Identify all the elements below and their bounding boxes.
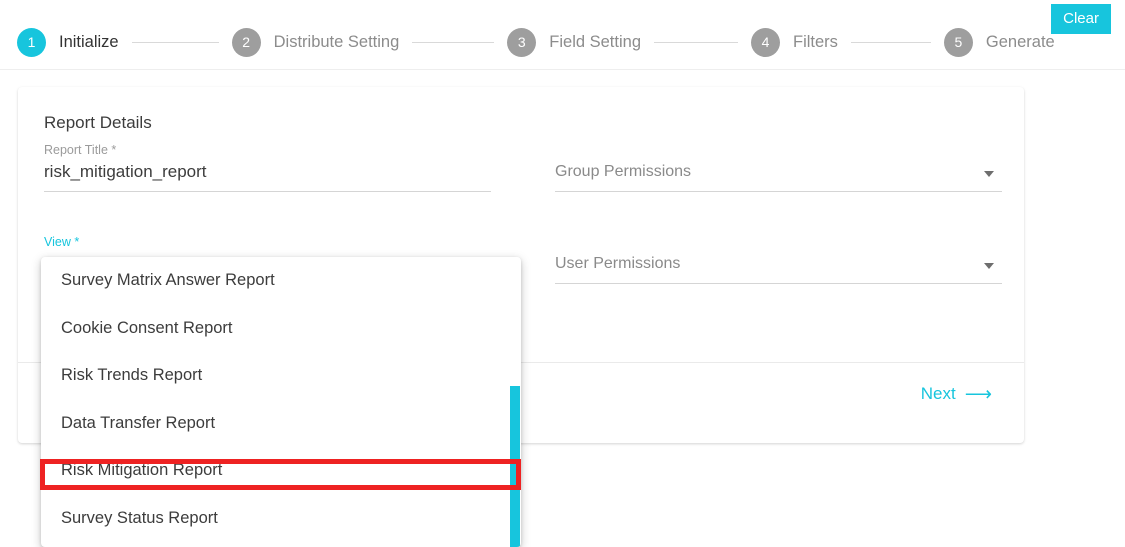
stepper-connector-3 bbox=[654, 41, 738, 43]
stepper-connector-4 bbox=[850, 41, 931, 43]
user-permissions-underline bbox=[555, 283, 1002, 284]
stepper-step-1[interactable]: 1 Initialize bbox=[17, 27, 119, 57]
dropdown-option-data-transfer-report[interactable]: Data Transfer Report bbox=[41, 400, 521, 448]
page-title: Report Details bbox=[44, 113, 152, 132]
stepper-connector-1 bbox=[131, 41, 219, 43]
clear-button[interactable]: Clear bbox=[1051, 4, 1111, 34]
dropdown-option-survey-matrix-answer-report[interactable]: Survey Matrix Answer Report bbox=[41, 257, 521, 305]
dropdown-option-risk-mitigation-report[interactable]: Risk Mitigation Report bbox=[41, 447, 521, 495]
report-title-underline bbox=[44, 191, 491, 192]
stepper-step-5[interactable]: 5 Generate bbox=[943, 27, 1055, 57]
view-dropdown-list: Survey Matrix Answer Report Cookie Conse… bbox=[41, 257, 521, 542]
stepper-bar: 1 Initialize 2 Distribute Setting 3 Fiel… bbox=[0, 0, 1125, 70]
chevron-down-icon[interactable] bbox=[984, 171, 994, 177]
stepper-step-1-number: 1 bbox=[17, 27, 46, 57]
arrow-right-icon: ⟶ bbox=[964, 383, 992, 405]
stepper: 1 Initialize 2 Distribute Setting 3 Fiel… bbox=[17, 27, 1055, 57]
stepper-step-3[interactable]: 3 Field Setting bbox=[507, 27, 641, 57]
user-permissions-field[interactable]: User Permissions bbox=[555, 235, 1002, 291]
stepper-step-3-label: Field Setting bbox=[549, 32, 641, 51]
group-permissions-underline bbox=[555, 191, 1002, 192]
dropdown-option-survey-status-report[interactable]: Survey Status Report bbox=[41, 495, 521, 543]
dropdown-option-risk-trends-report[interactable]: Risk Trends Report bbox=[41, 352, 521, 400]
stepper-connector-2 bbox=[412, 41, 495, 43]
view-select-label: View * bbox=[44, 235, 80, 249]
stepper-step-5-number: 5 bbox=[943, 27, 973, 57]
report-title-input[interactable]: risk_mitigation_report bbox=[44, 162, 207, 182]
stepper-step-4-number: 4 bbox=[751, 27, 780, 57]
view-dropdown-panel: Survey Matrix Answer Report Cookie Conse… bbox=[41, 257, 521, 547]
group-permissions-placeholder: Group Permissions bbox=[555, 163, 692, 180]
stepper-step-5-label: Generate bbox=[985, 32, 1055, 51]
stepper-step-4-label: Filters bbox=[793, 32, 838, 51]
dropdown-scrollbar[interactable] bbox=[510, 386, 520, 547]
stepper-step-2-number: 2 bbox=[231, 27, 261, 57]
next-button[interactable]: Next ⟶ bbox=[917, 378, 996, 410]
chevron-down-icon[interactable] bbox=[984, 263, 994, 269]
report-title-label: Report Title * bbox=[44, 143, 117, 157]
stepper-step-1-label: Initialize bbox=[59, 32, 119, 51]
stepper-step-2-label: Distribute Setting bbox=[273, 32, 400, 51]
stepper-step-3-number: 3 bbox=[507, 27, 537, 57]
stepper-step-4[interactable]: 4 Filters bbox=[751, 27, 838, 57]
dropdown-option-cookie-consent-report[interactable]: Cookie Consent Report bbox=[41, 305, 521, 353]
group-permissions-field[interactable]: Group Permissions bbox=[555, 143, 1002, 199]
next-button-label: Next bbox=[920, 384, 956, 403]
report-title-field[interactable]: Report Title * risk_mitigation_report bbox=[44, 143, 491, 199]
user-permissions-placeholder: User Permissions bbox=[555, 255, 681, 272]
stepper-step-2[interactable]: 2 Distribute Setting bbox=[231, 27, 400, 57]
